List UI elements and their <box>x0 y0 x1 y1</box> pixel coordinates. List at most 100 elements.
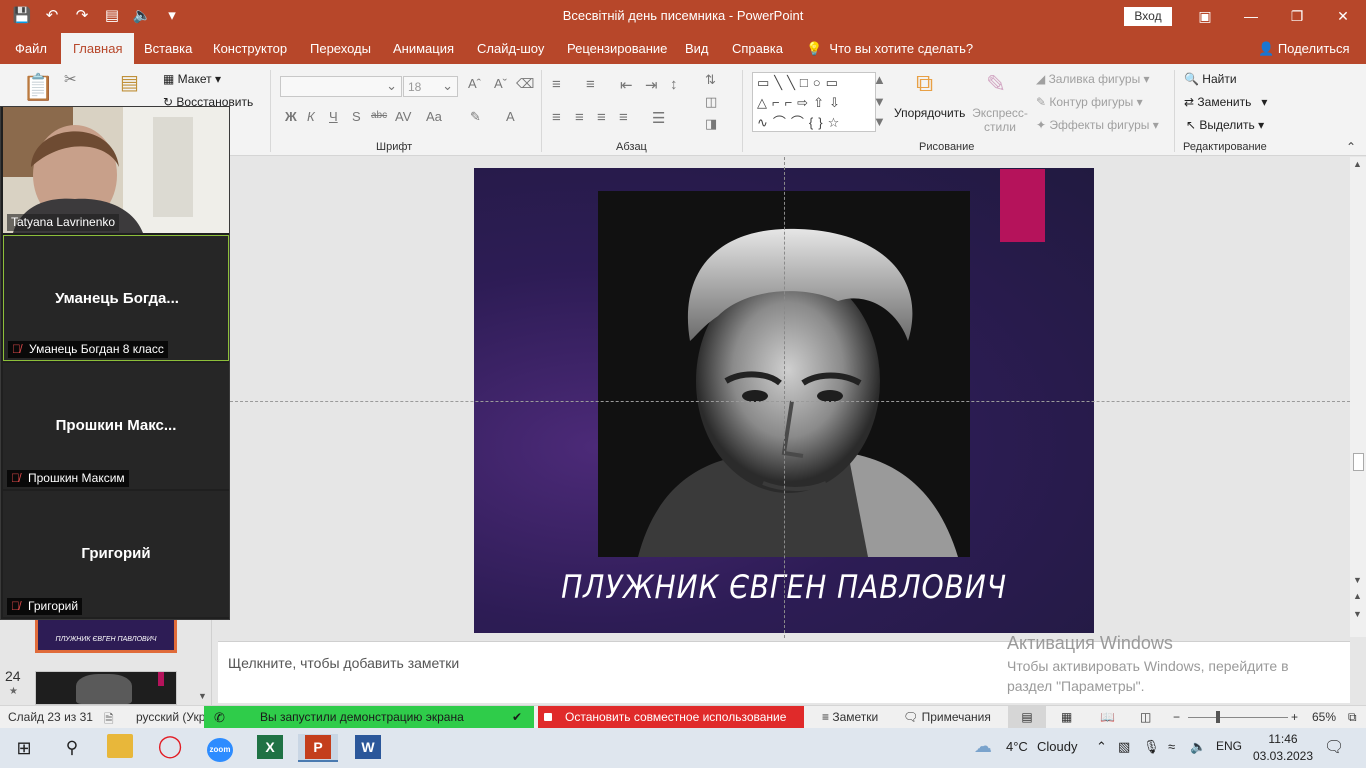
speaker-icon[interactable]: 🔈 <box>130 6 154 26</box>
slide-thumbnail-24[interactable] <box>35 671 177 705</box>
horizontal-guide[interactable] <box>230 401 1350 402</box>
excel-icon[interactable]: X <box>250 734 290 762</box>
gallery-up-icon[interactable]: ▲ <box>873 72 886 87</box>
volume-icon[interactable]: 🔈 <box>1190 739 1206 755</box>
numbering-icon[interactable]: ≡ <box>586 76 595 93</box>
font-color-button[interactable]: A <box>506 109 515 124</box>
customize-qat-icon[interactable]: ▾ <box>160 6 184 26</box>
align-center-icon[interactable]: ≡ <box>575 109 584 126</box>
redo-icon[interactable]: ↷ <box>70 6 94 26</box>
ribbon-display-options-icon[interactable]: ▣ <box>1182 4 1228 28</box>
bold-button[interactable]: Ж <box>285 109 297 124</box>
input-language[interactable]: ENG <box>1216 739 1242 753</box>
opera-icon[interactable]: ◯ <box>150 734 190 762</box>
tab-insert[interactable]: Вставка <box>144 33 192 64</box>
increase-indent-icon[interactable]: ⇥ <box>645 76 658 94</box>
shape-fill-button[interactable]: ◢ Заливка фигуры ▾ <box>1036 72 1150 86</box>
normal-view-icon[interactable]: ▤ <box>1008 706 1046 728</box>
weather-temp[interactable]: 4°C <box>1006 739 1028 754</box>
tab-review[interactable]: Рецензирование <box>567 33 667 64</box>
battery-icon[interactable]: ▧ <box>1118 739 1130 755</box>
collapse-ribbon-icon[interactable]: ⌃ <box>1346 140 1356 154</box>
zoom-level[interactable]: 65% <box>1312 710 1336 724</box>
quick-styles-button[interactable]: Экспресс-стили <box>970 106 1030 134</box>
arrange-button[interactable]: Упорядочить <box>894 106 965 120</box>
clear-formatting-icon[interactable]: ⌫ <box>516 76 534 92</box>
tray-chevron-icon[interactable]: ⌃ <box>1096 739 1107 755</box>
screen-share-banner[interactable]: ✆ Вы запустили демонстрацию экрана ✔ <box>204 706 534 729</box>
gallery-down-icon[interactable]: ▼ <box>873 94 886 109</box>
decrease-indent-icon[interactable]: ⇤ <box>620 76 633 94</box>
tab-help[interactable]: Справка <box>732 33 783 64</box>
save-icon[interactable]: 💾 <box>10 6 34 26</box>
cloud-icon[interactable]: ☁ <box>974 736 992 757</box>
font-name-combo[interactable]: ⌄ <box>280 76 402 97</box>
undo-icon[interactable]: ↶ <box>40 6 64 26</box>
vertical-guide[interactable] <box>784 157 785 638</box>
align-right-icon[interactable]: ≡ <box>597 109 606 126</box>
gallery-more-icon[interactable]: ▼ <box>873 114 886 129</box>
participant-tile-active[interactable]: Уманець Богда... 🎙̸ Уманець Богдан 8 клас… <box>3 235 229 361</box>
vertical-scrollbar[interactable]: ▲ ▼ ▲ ▼ <box>1350 157 1366 637</box>
search-icon[interactable]: ⚲ <box>52 734 92 762</box>
microphone-icon[interactable]: 🎙 <box>1143 739 1160 755</box>
next-slide-icon[interactable]: ▼ <box>1353 609 1362 619</box>
previous-slide-icon[interactable]: ▲ <box>1353 591 1362 601</box>
bullets-icon[interactable]: ≡ <box>552 76 561 93</box>
weather-text[interactable]: Cloudy <box>1037 739 1077 754</box>
tell-me-search[interactable]: 💡 Что вы хотите сделать? <box>806 33 973 64</box>
text-shadow-button[interactable]: S <box>352 109 361 124</box>
signin-button[interactable]: Вход <box>1124 7 1172 26</box>
tab-slideshow[interactable]: Слайд-шоу <box>477 33 544 64</box>
decrease-font-icon[interactable]: Aˇ <box>494 76 507 91</box>
tab-file[interactable]: Файл <box>15 33 47 64</box>
close-button[interactable]: ✕ <box>1320 4 1366 28</box>
language-indicator[interactable]: русский (Укр <box>136 710 205 724</box>
select-button[interactable]: ↖ Выделить ▾ <box>1186 118 1264 132</box>
new-slide-icon[interactable]: ▤ <box>120 70 139 95</box>
participant-tile[interactable]: Григорий 🎙̸ Григорий <box>3 491 229 617</box>
zoom-out-icon[interactable]: − <box>1173 710 1180 724</box>
font-size-combo[interactable]: 18 ⌄ <box>403 76 458 97</box>
comments-toggle[interactable]: 🗨 Примечания <box>903 710 991 724</box>
start-icon[interactable]: ⊞ <box>4 734 44 762</box>
file-explorer-icon[interactable] <box>100 734 140 762</box>
align-text-icon[interactable]: ◫ <box>705 94 717 110</box>
justify-icon[interactable]: ≡ <box>619 109 628 126</box>
zoom-participants-panel[interactable]: Tatyana Lavrinenko Уманець Богда... 🎙̸ Ум… <box>0 106 230 620</box>
clock-time[interactable]: 11:46 <box>1252 732 1314 746</box>
layout-button[interactable]: ▦ Макет ▾ <box>163 72 221 86</box>
tab-home[interactable]: Главная <box>61 33 135 64</box>
stop-sharing-button[interactable]: Остановить совместное использование <box>538 706 804 729</box>
clock-date[interactable]: 03.03.2023 <box>1252 749 1314 763</box>
paste-icon[interactable]: 📋 <box>22 72 54 103</box>
pane-scroll-down-icon[interactable]: ▼ <box>198 691 207 701</box>
shapes-gallery[interactable]: ▭╲╲□○▭ △⌐⌐⇨⇧⇩ ∿⌒⌒{}☆ <box>752 72 876 132</box>
participant-tile[interactable]: Прошкин Макс... 🎙̸ Прошкин Максим <box>3 363 229 489</box>
slideshow-view-icon[interactable]: ◫ <box>1140 710 1151 724</box>
shape-outline-button[interactable]: ✎ Контур фигуры ▾ <box>1036 95 1143 109</box>
highlight-icon[interactable]: ✎ <box>470 109 481 125</box>
word-icon[interactable]: W <box>348 734 388 762</box>
align-left-icon[interactable]: ≡ <box>552 109 561 126</box>
find-button[interactable]: 🔍 Найти <box>1184 72 1237 86</box>
change-case-button[interactable]: Aa <box>426 109 442 124</box>
quick-styles-icon[interactable]: ✎ <box>986 70 1006 99</box>
arrange-icon[interactable]: ⧉ <box>916 70 933 98</box>
share-button[interactable]: 👤 Поделиться <box>1258 33 1350 64</box>
text-direction-icon[interactable]: ⇅ <box>705 72 716 88</box>
slide-sorter-icon[interactable]: ▦ <box>1061 710 1072 724</box>
zoom-app-icon[interactable]: zoom <box>200 734 240 762</box>
increase-font-icon[interactable]: Aˆ <box>468 76 481 91</box>
tab-design[interactable]: Конструктор <box>213 33 287 64</box>
scroll-thumb[interactable] <box>1353 453 1364 471</box>
strikethrough-button[interactable]: abc <box>371 110 387 121</box>
notes-pane[interactable]: Щелкните, чтобы добавить заметки <box>218 641 1350 703</box>
character-spacing-icon[interactable]: AV <box>395 109 411 124</box>
shape-effects-button[interactable]: ✦ Эффекты фигуры ▾ <box>1036 118 1159 132</box>
line-spacing-icon[interactable]: ↕ <box>670 76 678 93</box>
zoom-in-icon[interactable]: + <box>1291 710 1298 724</box>
columns-icon[interactable]: ☰ <box>652 109 665 127</box>
cut-icon[interactable]: ✂ <box>64 70 77 88</box>
scroll-down-icon[interactable]: ▼ <box>1353 575 1362 585</box>
